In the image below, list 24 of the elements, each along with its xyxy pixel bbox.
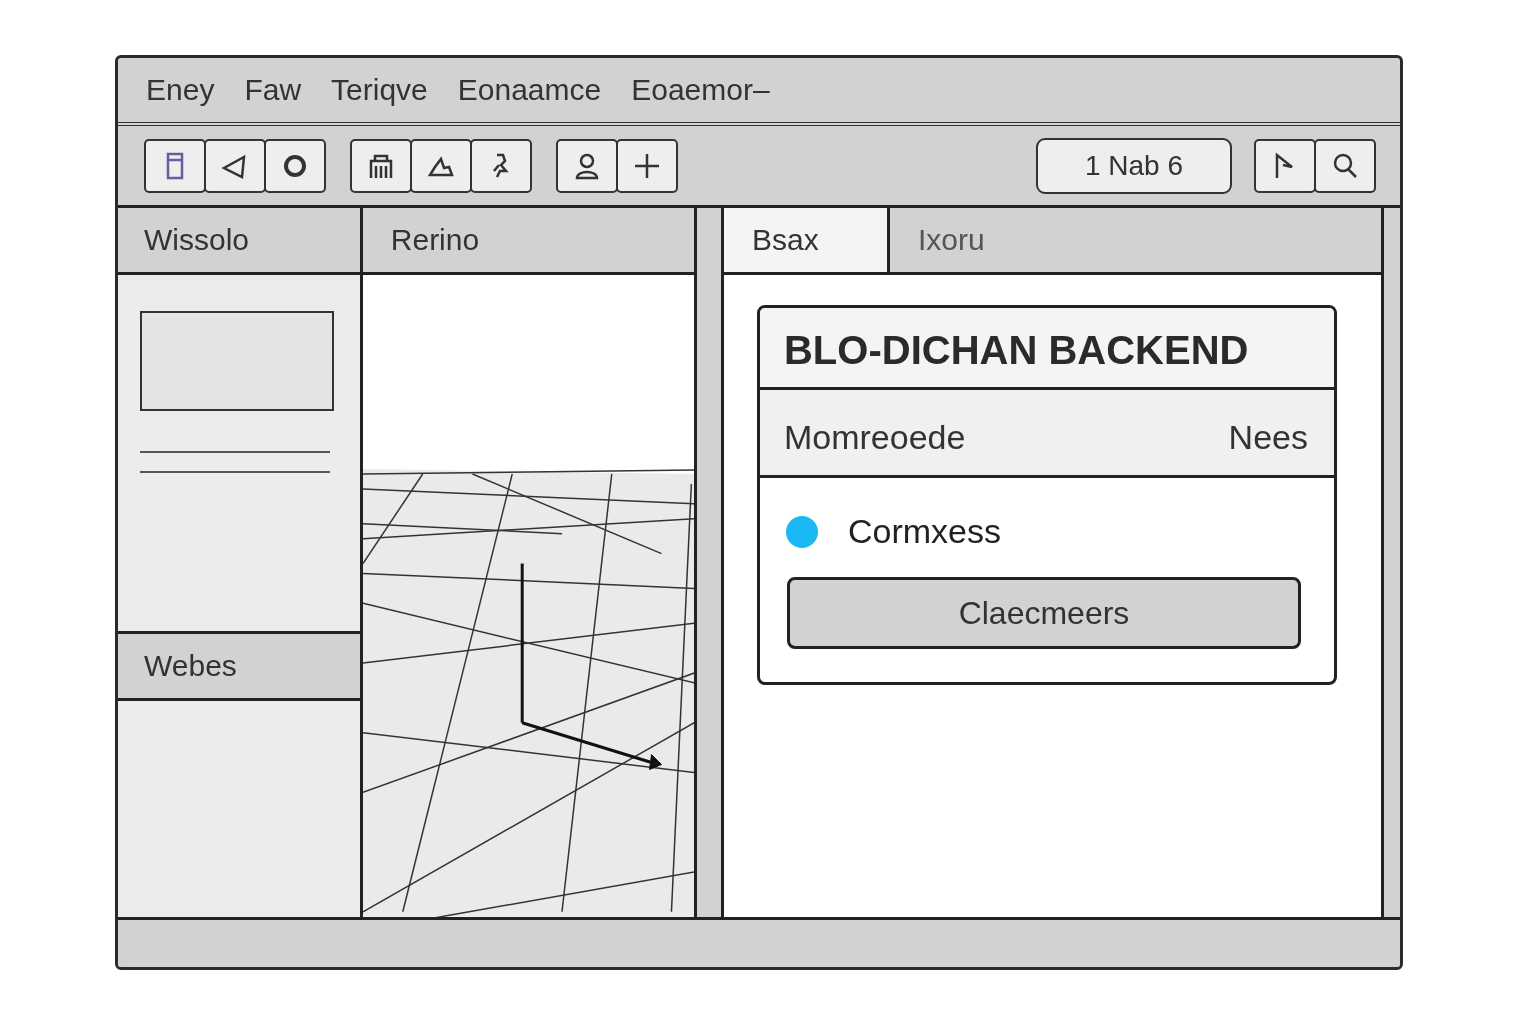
toolbar-button[interactable] — [264, 138, 326, 193]
toolbar-button[interactable] — [144, 138, 206, 193]
menu-item[interactable]: Eonaamce — [457, 70, 602, 109]
action-button[interactable]: Claecmeers — [787, 577, 1301, 650]
toolbar-button[interactable] — [204, 138, 266, 193]
status-label: Cormxess — [848, 512, 1001, 552]
column-header: Nees — [1228, 418, 1308, 459]
menu-item[interactable]: Teriqve — [331, 70, 428, 109]
panel-header: Wissolo — [118, 208, 360, 276]
toolbar-button[interactable] — [1314, 138, 1376, 193]
page-counter-button[interactable]: 1 Nab 6 — [1036, 137, 1232, 194]
column-header: Momreoede — [784, 418, 966, 459]
toolbar-button[interactable] — [616, 138, 678, 193]
toolbar-button[interactable] — [410, 138, 472, 193]
toolbar-button[interactable] — [556, 138, 618, 193]
toolbar-button[interactable] — [350, 138, 412, 193]
menu-item[interactable]: Faw — [244, 70, 302, 109]
menu-item[interactable]: Eoaemor– — [631, 70, 770, 109]
menu-item[interactable]: Eney — [146, 70, 215, 109]
card-title: BLO-DICHAN BACKEND — [760, 308, 1334, 391]
toolbar-button[interactable] — [470, 138, 532, 193]
toolbar-button[interactable] — [1254, 138, 1316, 193]
tab[interactable]: Bsax — [724, 208, 890, 273]
panel-header: Webes — [118, 631, 360, 702]
